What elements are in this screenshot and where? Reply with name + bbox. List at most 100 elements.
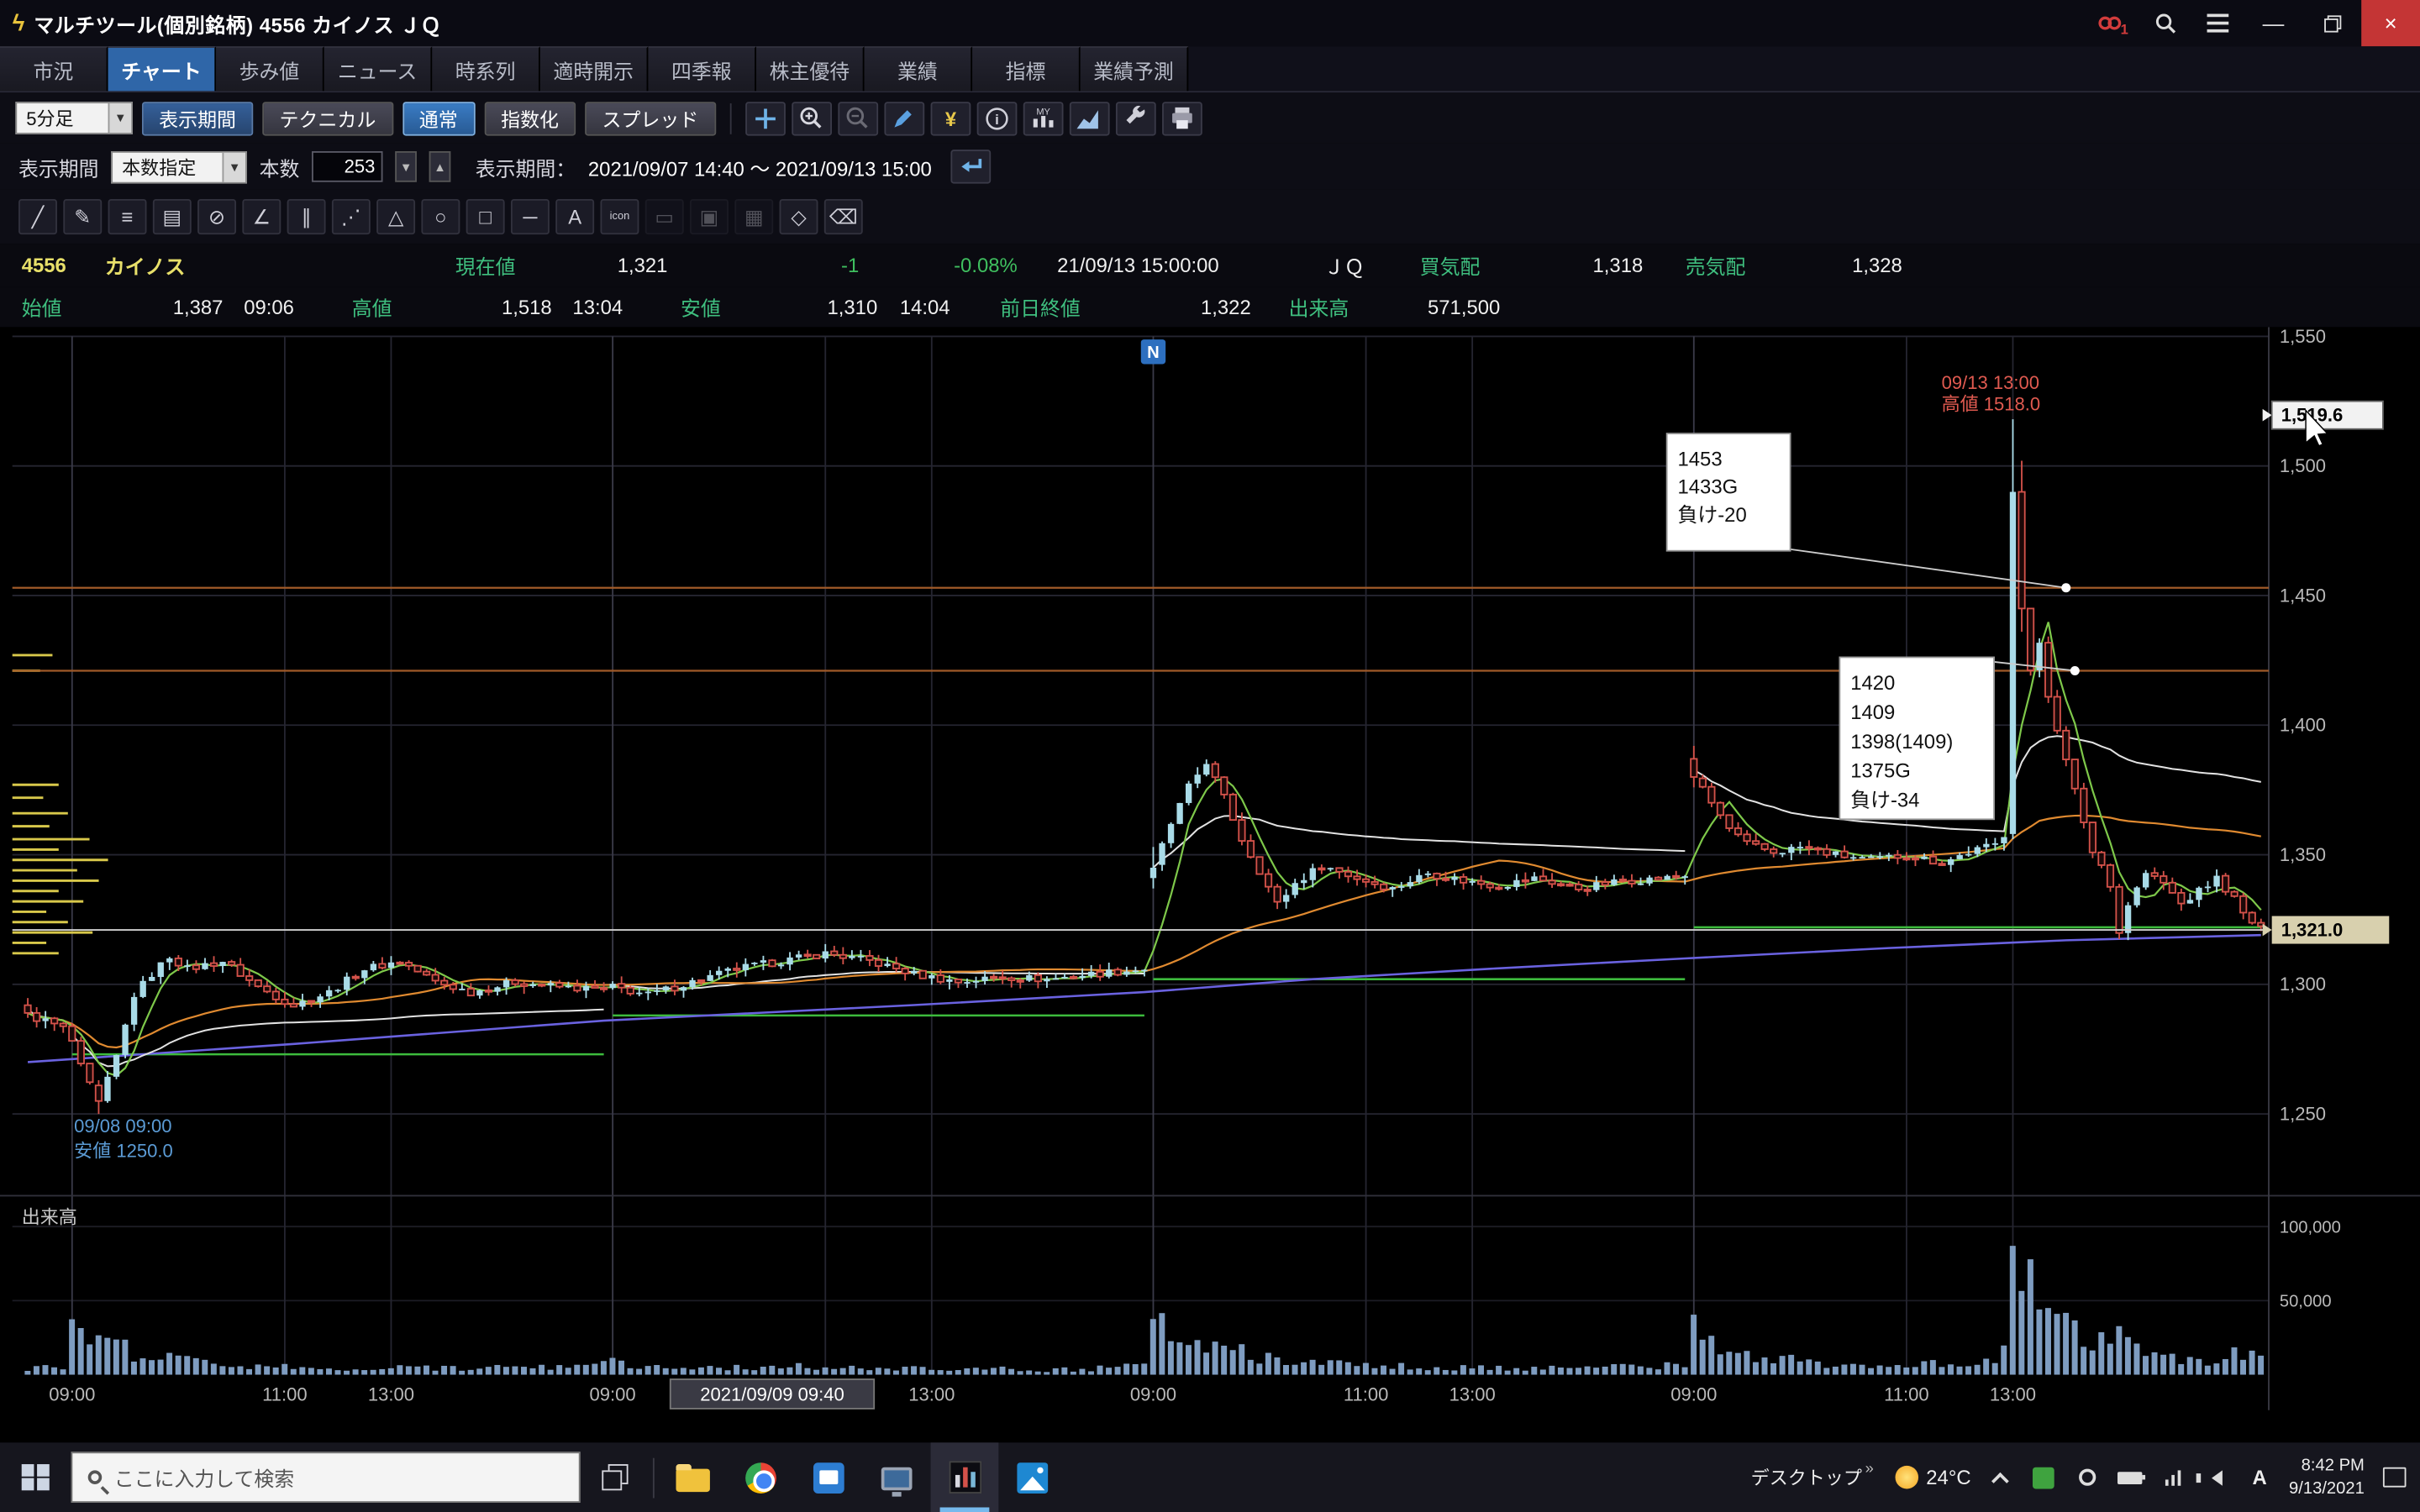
interval-select[interactable]: 5分足▼ [15,102,133,134]
prev-close-label: 前日終値 [1000,292,1081,322]
draw-tool-fibo-lines[interactable]: ≡ [108,199,147,234]
draw-tool-parallel-lines[interactable]: ⋰ [332,199,371,234]
taskbar-search-box[interactable]: ここに入力して検索 [71,1452,580,1503]
svg-text:13:00: 13:00 [1449,1384,1496,1405]
my-candle-icon[interactable]: MY [1023,101,1063,134]
high-label: 高値 [352,292,392,322]
count-mode-select[interactable]: 本数指定▼ [111,150,247,183]
tray-sync-icon[interactable] [2073,1463,2101,1491]
start-button[interactable] [0,1442,71,1512]
taskbar-clock[interactable]: 8:42 PM 9/13/2021 [2289,1454,2365,1500]
open-value: 1,387 [173,296,224,319]
count-input[interactable]: 253 [312,151,382,182]
printer-icon[interactable] [1161,101,1202,134]
tab-四季報[interactable]: 四季報 [648,46,756,91]
change-percent: -0.08% [954,254,1018,277]
area-chart-icon[interactable] [1069,101,1109,134]
draw-tool-horizontal-line[interactable]: ─ [511,199,550,234]
svg-text:1433G: 1433G [1678,476,1739,499]
ime-indicator[interactable]: A [2246,1463,2274,1491]
draw-tool-angle-line[interactable]: ∠ [242,199,281,234]
period-value: 2021/09/07 14:40 ～ 2021/09/13 15:00 [588,152,932,181]
draw-tool-trend-line[interactable]: ╱ [18,199,57,234]
taskbar-app-task-view[interactable] [581,1442,649,1512]
draw-tool-eraser-all[interactable]: ⌫ [824,199,863,234]
svg-text:09:00: 09:00 [590,1384,636,1405]
tab-適時開示[interactable]: 適時開示 [540,46,649,91]
minimize-button[interactable]: — [2244,0,2303,46]
tab-bar: 市況チャート歩み値ニュース時系列適時開示四季報株主優待業績指標業績予測 [0,46,2420,92]
desktop-toolbar[interactable]: デスクトップ » [1744,1464,1880,1490]
draw-tool-gann-lines[interactable]: ▤ [153,199,192,234]
svg-text:09:00: 09:00 [1670,1384,1717,1405]
draw-tool-layers[interactable]: ▦ [734,199,773,234]
tab-時系列[interactable]: 時系列 [432,46,540,91]
svg-text:1,450: 1,450 [2280,585,2326,606]
zoom-in-icon[interactable] [791,101,831,134]
volume-label: 出来高 [1289,292,1349,322]
toolbar-button-テクニカル[interactable]: テクニカル [262,101,392,134]
tab-市況[interactable]: 市況 [0,46,108,91]
network-icon[interactable] [2160,1463,2187,1491]
tab-業績[interactable]: 業績 [865,46,973,91]
window-title: マルチツール(個別銘柄) 4556 カイノス ＪＱ [34,8,441,38]
svg-text:09:00: 09:00 [49,1384,95,1405]
taskbar-app-trading-app[interactable] [931,1442,999,1512]
range-bar-label: 表示期間 [18,152,99,181]
reset-range-icon[interactable] [950,150,991,183]
menu-icon[interactable] [2191,0,2244,46]
draw-tool-eraser[interactable]: ◇ [780,199,818,234]
draw-tool-vertical-lines[interactable]: ∥ [287,199,326,234]
restore-button[interactable] [2302,0,2361,46]
titlebar-search-icon[interactable] [2139,0,2191,46]
weather-widget[interactable]: 24°C [1896,1466,1971,1489]
crosshair-icon[interactable] [744,101,785,134]
svg-text:1398(1409): 1398(1409) [1850,731,1953,753]
taskbar-app-explorer[interactable] [659,1442,727,1512]
toolbar-button-スプレッド[interactable]: スプレッド [585,101,715,134]
change-value: -1 [841,254,859,277]
draw-tool-text[interactable]: A [555,199,594,234]
pencil-icon[interactable] [884,101,924,134]
close-button[interactable]: × [2361,0,2420,46]
draw-tool-pen[interactable]: ✎ [63,199,102,234]
taskbar-app-blue-app[interactable] [795,1442,863,1512]
taskbar-app-remote-desktop[interactable] [863,1442,931,1512]
draw-tool-copy[interactable]: ▣ [690,199,729,234]
draw-tool-fibo-circle[interactable]: ⊘ [197,199,236,234]
draw-tool-icon-stamp[interactable]: icon [600,199,639,234]
yen-icon[interactable]: ¥ [930,101,971,134]
info-icon[interactable]: i [976,101,1017,134]
svg-text:13:00: 13:00 [908,1384,955,1405]
toolbar-button-表示期間[interactable]: 表示期間 [142,101,253,134]
volume-icon[interactable] [2202,1463,2230,1491]
tab-ニュース[interactable]: ニュース [324,46,433,91]
tab-株主優待[interactable]: 株主優待 [756,46,865,91]
hidden-icons-chevron[interactable] [1986,1463,2014,1491]
price-chart[interactable]: 1,5501,5001,4501,4001,3501,3001,250100,0… [0,327,2420,1441]
tab-業績予測[interactable]: 業績予測 [1081,46,1189,91]
draw-tool-rectangle[interactable]: □ [466,199,505,234]
svg-text:1,321.0: 1,321.0 [2281,919,2344,940]
taskbar-app-chrome[interactable] [727,1442,795,1512]
battery-icon[interactable] [2116,1463,2144,1491]
svg-text:N: N [1147,344,1160,362]
taskbar-app-photos[interactable] [998,1442,1066,1512]
draw-tool-callout[interactable]: ▭ [645,199,684,234]
count-down-button[interactable]: ▼ [395,151,417,182]
toolbar-button-指数化[interactable]: 指数化 [484,101,576,134]
tab-指標[interactable]: 指標 [972,46,1081,91]
svg-text:i: i [994,111,998,127]
zoom-out-icon[interactable] [838,101,878,134]
draw-tool-polygon[interactable]: △ [376,199,415,234]
link-icon[interactable]: 1 [2086,0,2139,46]
wrench-icon[interactable] [1115,101,1155,134]
tab-歩み値[interactable]: 歩み値 [216,46,324,91]
draw-tool-circle[interactable]: ○ [421,199,460,234]
tab-チャート[interactable]: チャート [108,46,217,91]
tray-green-app-icon[interactable] [2029,1463,2057,1491]
high-value: 1,518 [502,296,552,319]
count-up-button[interactable]: ▲ [429,151,451,182]
toolbar-button-通常[interactable]: 通常 [402,101,475,134]
notification-center-icon[interactable] [2380,1463,2407,1491]
